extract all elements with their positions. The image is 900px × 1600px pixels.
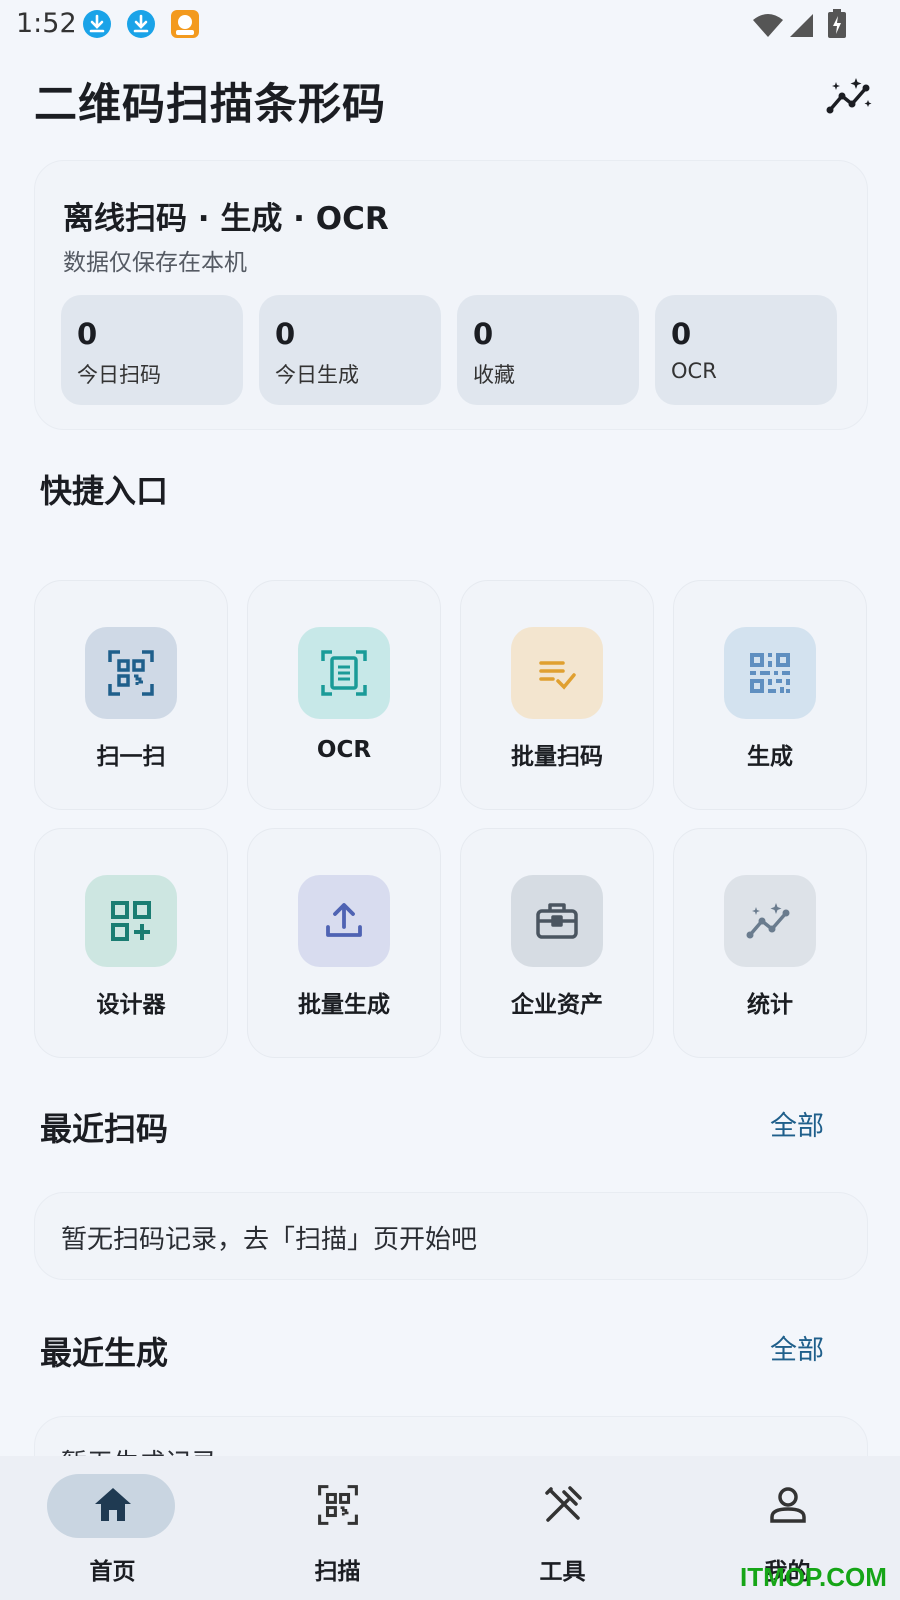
- recent-gen-see-all-link[interactable]: 全部: [770, 1328, 824, 1367]
- summary-subtitle: 数据仅保存在本机: [63, 250, 247, 276]
- tile-icon-box: [511, 627, 603, 719]
- recent-scan-empty-card: 暂无扫码记录，去「扫描」页开始吧: [34, 1192, 868, 1280]
- tile-statistics[interactable]: 统计: [673, 828, 867, 1058]
- tile-icon-box: [724, 875, 816, 967]
- download-icon: [83, 10, 111, 38]
- download-icon: [127, 10, 155, 38]
- tile-batch-scan[interactable]: 批量扫码: [460, 580, 654, 810]
- nav-label: 扫描: [314, 1559, 361, 1585]
- stat-label: 今日扫码: [77, 363, 161, 387]
- stat-value: 0: [77, 317, 98, 351]
- qr-scan-icon: [108, 650, 154, 696]
- tile-generate[interactable]: 生成: [673, 580, 867, 810]
- batch-list-icon: [539, 661, 576, 690]
- tile-icon-box: [85, 627, 177, 719]
- tile-label: 批量生成: [298, 992, 390, 1018]
- quick-section-title: 快捷入口: [40, 472, 169, 510]
- status-bar: 1:52: [0, 0, 900, 48]
- nav-label: 首页: [89, 1559, 136, 1585]
- tile-icon-box: [298, 875, 390, 967]
- home-icon: [95, 1488, 131, 1521]
- tile-label: OCR: [316, 737, 372, 763]
- tile-label: 统计: [747, 992, 793, 1018]
- stat-value: 0: [275, 317, 296, 351]
- stat-label: 收藏: [473, 363, 515, 387]
- tile-scan[interactable]: 扫一扫: [34, 580, 228, 810]
- tile-icon-box: [85, 875, 177, 967]
- wifi-icon: [753, 14, 783, 37]
- signal-icon: [790, 14, 813, 37]
- page-title: 二维码扫描条形码: [34, 80, 386, 130]
- app-notification-icon: [171, 10, 199, 38]
- recent-gen-title: 最近生成: [40, 1334, 169, 1372]
- tile-enterprise-assets[interactable]: 企业资产: [460, 828, 654, 1058]
- recent-scan-empty-text: 暂无扫码记录，去「扫描」页开始吧: [61, 1225, 478, 1255]
- tile-icon-box: [298, 627, 390, 719]
- nav-item-scan[interactable]: 扫描: [225, 1456, 450, 1600]
- summary-card: 离线扫码 · 生成 · OCR 数据仅保存在本机 0 今日扫码 0 今日生成 0…: [34, 160, 868, 430]
- qr-code-icon: [750, 653, 790, 693]
- nav-label: 工具: [539, 1559, 586, 1585]
- upload-icon: [326, 903, 362, 937]
- status-time: 1:52: [16, 8, 77, 39]
- stat-ocr: 0 OCR: [655, 295, 837, 405]
- stat-favorites: 0 收藏: [457, 295, 639, 405]
- stat-label: 今日生成: [275, 363, 359, 387]
- recent-scan-see-all-link[interactable]: 全部: [770, 1104, 824, 1143]
- tile-ocr[interactable]: OCR: [247, 580, 441, 810]
- tile-label: 设计器: [96, 992, 166, 1018]
- stat-today-scans: 0 今日扫码: [61, 295, 243, 405]
- stat-value: 0: [671, 317, 692, 351]
- qr-scan-icon: [318, 1485, 358, 1525]
- document-scan-icon: [321, 650, 367, 696]
- stats-sparkle-icon: [746, 903, 790, 939]
- tile-icon-box: [511, 875, 603, 967]
- briefcase-icon: [536, 903, 578, 939]
- summary-title: 离线扫码 · 生成 · OCR: [63, 201, 389, 237]
- stat-value: 0: [473, 317, 494, 351]
- tile-icon-box: [724, 627, 816, 719]
- tile-batch-generate[interactable]: 批量生成: [247, 828, 441, 1058]
- nav-item-tools[interactable]: 工具: [450, 1456, 675, 1600]
- qr-add-icon: [111, 901, 151, 941]
- person-icon: [770, 1487, 806, 1523]
- tile-label: 批量扫码: [511, 744, 603, 770]
- recent-scan-title: 最近扫码: [40, 1110, 169, 1148]
- tile-label: 扫一扫: [96, 744, 166, 770]
- tile-designer[interactable]: 设计器: [34, 828, 228, 1058]
- stat-today-generated: 0 今日生成: [259, 295, 441, 405]
- tools-icon: [545, 1486, 582, 1522]
- stats-sparkle-icon[interactable]: [826, 76, 874, 116]
- tile-label: 企业资产: [511, 992, 603, 1018]
- battery-icon: [828, 9, 846, 38]
- nav-item-home[interactable]: 首页: [0, 1456, 225, 1600]
- stat-label: OCR: [671, 359, 717, 383]
- watermark: ITMOP.COM: [740, 1562, 887, 1592]
- tile-label: 生成: [747, 744, 793, 770]
